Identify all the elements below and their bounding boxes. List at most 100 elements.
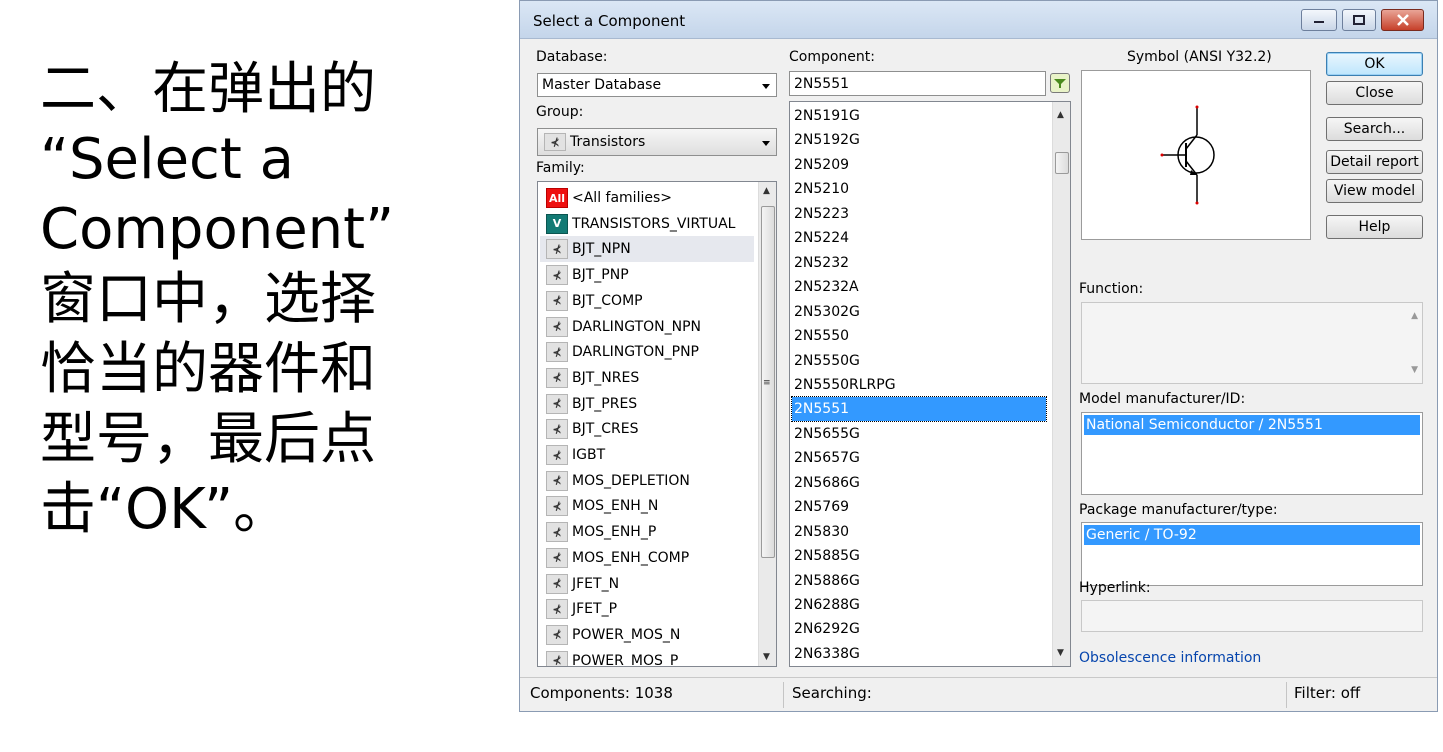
component-item[interactable]: 2N5830 xyxy=(794,520,849,544)
family-label: Family: xyxy=(536,160,585,176)
function-textarea[interactable]: ▲ ▼ xyxy=(1081,302,1423,384)
ok-button[interactable]: OK xyxy=(1326,52,1423,76)
component-item[interactable]: 2N6338G xyxy=(794,642,860,666)
family-list[interactable]: All <All families> V TRANSISTORS_VIRTUAL ⊀ BJ… xyxy=(537,181,777,667)
status-divider xyxy=(1286,682,1287,708)
slide-instructions: 二、在弹出的 “Select a Component” 窗口中，选择 恰当的器件… xyxy=(40,55,460,545)
component-item[interactable]: 2N5223 xyxy=(794,202,849,226)
component-item[interactable]: 2N6292G xyxy=(794,617,860,641)
view-model-button[interactable]: View model xyxy=(1326,179,1423,203)
family-item[interactable]: ⊀ POWER_MOS_P xyxy=(540,648,754,666)
component-value: 2N5551 xyxy=(794,75,850,92)
family-item[interactable]: ⊀ IGBT xyxy=(540,442,754,468)
slide-line: 恰当的器件和 xyxy=(40,337,376,402)
component-item[interactable]: 2N5551 xyxy=(791,396,1047,423)
component-item[interactable]: 2N6288G xyxy=(794,593,860,617)
family-icon: ⊀ xyxy=(546,547,568,568)
family-item[interactable]: ⊀ POWER_MOS_N xyxy=(540,622,754,648)
component-item[interactable]: 2N5209 xyxy=(794,153,849,177)
component-item[interactable]: 2N5886G xyxy=(794,569,860,593)
family-item[interactable]: ⊀ BJT_NRES xyxy=(540,365,754,391)
family-item-label: BJT_COMP xyxy=(572,292,643,309)
family-item-label: TRANSISTORS_VIRTUAL xyxy=(572,215,736,232)
family-item[interactable]: V TRANSISTORS_VIRTUAL xyxy=(540,211,754,237)
family-item[interactable]: All <All families> xyxy=(540,185,754,211)
family-item[interactable]: ⊀ MOS_ENH_P xyxy=(540,519,754,545)
components-count: Components: 1038 xyxy=(530,684,673,702)
filter-button[interactable] xyxy=(1050,73,1070,93)
family-item-label: IGBT xyxy=(572,447,606,463)
component-item[interactable]: 2N5885G xyxy=(794,544,860,568)
package-item[interactable]: Generic / TO-92 xyxy=(1084,525,1420,545)
scroll-down-icon[interactable]: ▼ xyxy=(1057,648,1064,658)
family-item[interactable]: ⊀ BJT_CRES xyxy=(540,416,754,442)
database-select[interactable]: Master Database xyxy=(537,73,777,97)
family-item[interactable]: ⊀ MOS_ENH_N xyxy=(540,493,754,519)
scroll-up-icon[interactable]: ▲ xyxy=(1057,110,1064,120)
maximize-button[interactable] xyxy=(1342,9,1376,31)
family-item[interactable]: ⊀ JFET_N xyxy=(540,571,754,597)
hyperlink-field[interactable] xyxy=(1081,600,1423,632)
component-search-input[interactable]: 2N5551 xyxy=(789,71,1046,96)
family-item-label: MOS_ENH_COMP xyxy=(572,549,690,566)
component-item[interactable]: 2N5769 xyxy=(794,495,849,519)
family-icon: ⊀ xyxy=(546,470,568,491)
filter-icon xyxy=(1054,79,1066,88)
scroll-up-icon[interactable]: ▲ xyxy=(1411,311,1418,321)
component-scrollbar[interactable]: ▲ ▼ xyxy=(1052,102,1070,666)
family-icon: ⊀ xyxy=(546,445,568,465)
obsolescence-link[interactable]: Obsolescence information xyxy=(1079,650,1261,666)
family-icon: ⊀ xyxy=(546,624,568,645)
minimize-button[interactable] xyxy=(1301,9,1337,31)
detail-report-button[interactable]: Detail report xyxy=(1326,150,1423,174)
family-icon: ⊀ xyxy=(546,265,568,286)
family-icon: V xyxy=(546,213,568,234)
family-item-label: BJT_PNP xyxy=(572,267,629,284)
component-list[interactable]: 2N5191G 2N5192G 2N5209 2N5210 2N5223 2N5224 2N… xyxy=(789,101,1071,667)
component-item[interactable]: 2N5550 xyxy=(794,324,849,348)
component-item[interactable]: 2N5224 xyxy=(794,226,849,250)
component-item[interactable]: 2N5210 xyxy=(794,177,849,201)
close-button[interactable]: Close xyxy=(1326,81,1423,105)
family-scrollbar[interactable]: ▲ ≡ ▼ xyxy=(758,182,776,666)
family-item[interactable]: ⊀ BJT_PNP xyxy=(540,262,754,288)
searching-status: Searching: xyxy=(792,684,872,702)
family-item-label: BJT_PRES xyxy=(572,395,638,412)
close-icon xyxy=(1396,14,1409,26)
scroll-up-icon[interactable]: ▲ xyxy=(763,186,770,196)
family-item-label: BJT_NPN xyxy=(572,241,631,258)
component-item[interactable]: 2N5302G xyxy=(794,300,860,324)
component-item[interactable]: 2N5192G xyxy=(794,128,860,152)
component-item[interactable]: 2N5550G xyxy=(794,349,860,373)
status-bar: Components: 1038 Searching: Filter: off xyxy=(520,677,1437,711)
family-item[interactable]: ⊀ BJT_NPN xyxy=(540,236,754,263)
model-manufacturer-item[interactable]: National Semiconductor / 2N5551 xyxy=(1084,415,1420,435)
family-item[interactable]: ⊀ JFET_P xyxy=(540,596,754,622)
component-item[interactable]: 2N5232 xyxy=(794,251,849,275)
model-manufacturer-list[interactable]: National Semiconductor / 2N5551 xyxy=(1081,412,1423,495)
component-item[interactable]: 2N5657G xyxy=(794,446,860,470)
family-item[interactable]: ⊀ MOS_DEPLETION xyxy=(540,468,754,494)
component-item[interactable]: 2N5550RLRPG xyxy=(794,373,896,397)
group-select[interactable]: ⊀ Transistors xyxy=(537,128,777,156)
component-item[interactable]: 2N5686G xyxy=(794,471,860,495)
close-window-button[interactable] xyxy=(1381,9,1424,31)
family-item[interactable]: ⊀ BJT_PRES xyxy=(540,391,754,417)
slide-line: 二、在弹出的 xyxy=(40,57,376,122)
family-item[interactable]: ⊀ DARLINGTON_NPN xyxy=(540,314,754,340)
family-item[interactable]: ⊀ MOS_ENH_COMP xyxy=(540,545,754,571)
scroll-down-icon[interactable]: ▼ xyxy=(763,652,770,662)
component-item[interactable]: 2N5191G xyxy=(794,104,860,128)
component-item[interactable]: 2N5232A xyxy=(794,275,859,299)
package-list[interactable]: Generic / TO-92 xyxy=(1081,522,1423,586)
component-item[interactable]: 2N5655G xyxy=(794,422,860,446)
help-button[interactable]: Help xyxy=(1326,215,1423,239)
scroll-thumb[interactable] xyxy=(1055,152,1069,174)
family-icon: ⊀ xyxy=(546,393,568,414)
title-bar[interactable]: Select a Component xyxy=(520,1,1437,39)
family-icon: ⊀ xyxy=(546,496,568,517)
scroll-down-icon[interactable]: ▼ xyxy=(1411,365,1418,375)
search-button[interactable]: Search... xyxy=(1326,117,1423,141)
family-item[interactable]: ⊀ BJT_COMP xyxy=(540,288,754,314)
family-item[interactable]: ⊀ DARLINGTON_PNP xyxy=(540,339,754,365)
